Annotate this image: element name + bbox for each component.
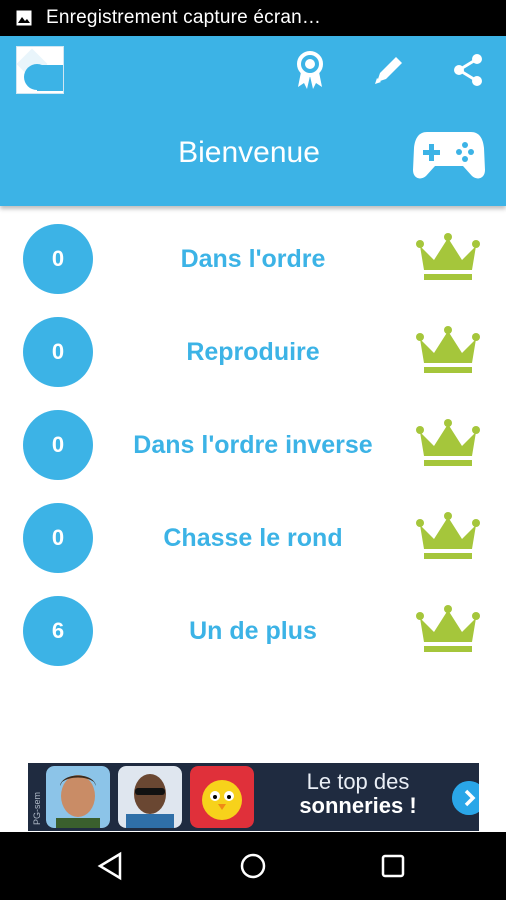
crown-icon[interactable] xyxy=(416,604,480,658)
list-item[interactable]: 6 Un de plus xyxy=(0,588,506,681)
status-title: Enregistrement capture écran… xyxy=(46,7,322,28)
share-icon[interactable] xyxy=(448,48,488,92)
app-bar: Bienvenue xyxy=(0,36,506,206)
ad-banner[interactable]: PG-sem Le top des sonneries ! xyxy=(28,763,479,831)
home-icon[interactable] xyxy=(233,850,273,882)
score-badge: 0 xyxy=(23,503,93,573)
ad-thumb-man xyxy=(46,766,110,828)
pencil-icon[interactable] xyxy=(369,48,409,92)
award-icon[interactable] xyxy=(290,48,330,92)
game-label: Un de plus xyxy=(189,617,317,645)
ad-thumb-singer xyxy=(118,766,182,828)
svg-text:PG-sem: PG-sem xyxy=(32,792,42,825)
game-label: Dans l'ordre xyxy=(180,245,326,273)
game-label: Chasse le rond xyxy=(163,524,343,552)
games-list: 0 Dans l'ordre 0 Reproduire 0 Dans l'ord… xyxy=(0,216,506,681)
list-item[interactable]: 0 Reproduire xyxy=(0,309,506,402)
score-badge: 0 xyxy=(23,317,93,387)
game-label: Dans l'ordre inverse xyxy=(133,431,373,459)
crown-icon[interactable] xyxy=(416,511,480,565)
list-item[interactable]: 0 Dans l'ordre xyxy=(0,216,506,309)
ad-tag: PG-sem xyxy=(32,792,42,825)
app-logo[interactable] xyxy=(16,46,64,94)
recents-icon[interactable] xyxy=(373,850,413,882)
score-badge: 6 xyxy=(23,596,93,666)
list-item[interactable]: 0 Dans l'ordre inverse xyxy=(0,402,506,495)
ad-text: Le top des sonneries ! xyxy=(278,769,438,819)
score-badge: 0 xyxy=(23,224,93,294)
crown-icon[interactable] xyxy=(416,232,480,286)
crown-icon[interactable] xyxy=(416,325,480,379)
back-icon[interactable] xyxy=(92,850,132,882)
gamepad-icon[interactable] xyxy=(413,128,485,182)
ad-thumb-chick xyxy=(190,766,254,828)
list-item[interactable]: 0 Chasse le rond xyxy=(0,495,506,588)
ad-line2: sonneries ! xyxy=(299,793,417,819)
ad-line1: Le top des xyxy=(306,769,410,794)
crown-icon[interactable] xyxy=(416,418,480,472)
status-bar: Enregistrement capture écran… xyxy=(0,0,506,36)
chevron-right-icon[interactable] xyxy=(452,781,479,815)
game-label: Reproduire xyxy=(186,338,320,366)
navigation-bar xyxy=(0,832,506,900)
score-badge: 0 xyxy=(23,410,93,480)
image-icon xyxy=(16,10,32,26)
